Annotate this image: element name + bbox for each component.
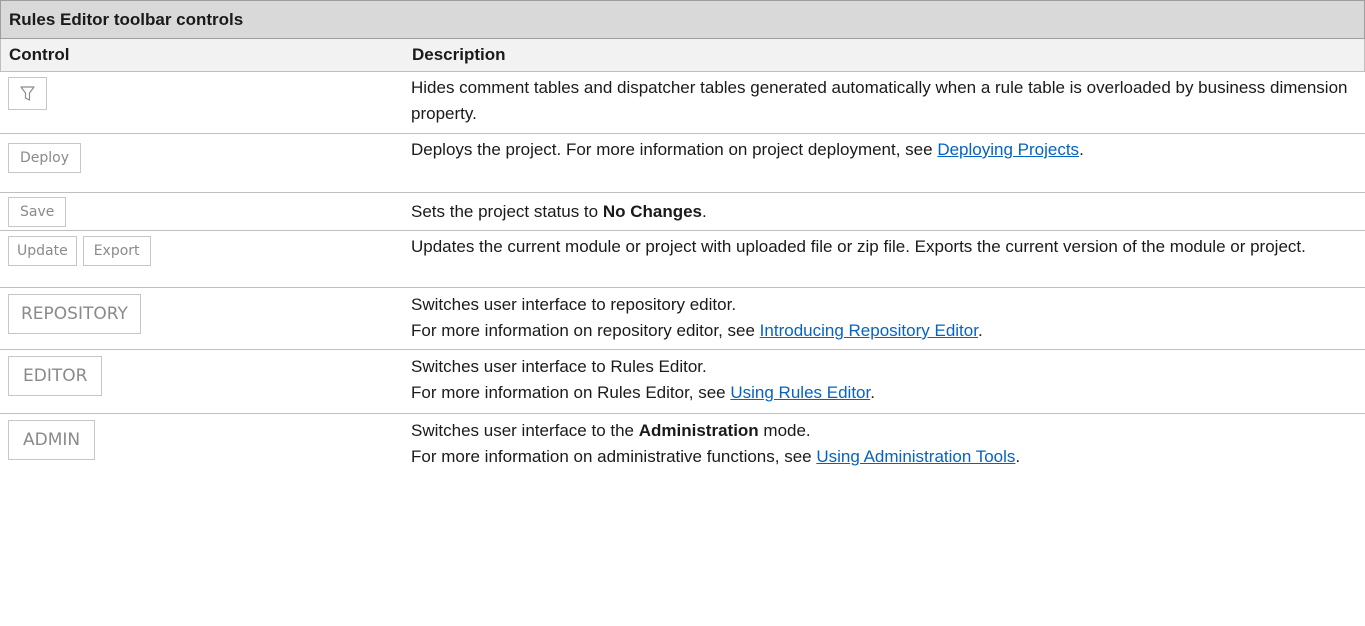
- control-cell: EDITOR: [0, 350, 400, 413]
- description-cell: Updates the current module or project wi…: [411, 237, 1306, 256]
- repository-button[interactable]: REPOSITORY: [8, 294, 141, 334]
- admin-button[interactable]: ADMIN: [8, 420, 96, 460]
- filter-toggle-button[interactable]: [8, 77, 47, 110]
- description-text: For more information on Rules Editor, se…: [411, 383, 731, 402]
- save-button[interactable]: Save: [8, 197, 67, 227]
- description-line: Switches user interface to Rules Editor.: [411, 357, 707, 376]
- filter-icon: [20, 86, 35, 101]
- description-punct: .: [1079, 140, 1084, 159]
- control-cell: Update Export: [0, 231, 400, 287]
- administration-mode-label: Administration: [638, 421, 759, 440]
- table-row: EDITOR Switches user interface to Rules …: [0, 350, 1365, 414]
- description-punct: .: [702, 202, 707, 221]
- description-cell: Switches user interface to the Administr…: [400, 414, 1365, 476]
- header-control: Control: [9, 45, 70, 64]
- description-text: For more information on administrative f…: [411, 447, 817, 466]
- description-line: For more information on administrative f…: [411, 444, 1365, 470]
- table-row: Hides comment tables and dispatcher tabl…: [0, 72, 1365, 134]
- table-row: Update Export Updates the current module …: [0, 231, 1365, 288]
- control-cell: [0, 72, 400, 133]
- description-cell: Switches user interface to Rules Editor.…: [400, 350, 1365, 413]
- description-cell: Deploys the project. For more informatio…: [400, 134, 1365, 192]
- description-line: For more information on repository edito…: [411, 318, 1365, 344]
- description-line: For more information on Rules Editor, se…: [411, 380, 1365, 406]
- description-punct: .: [977, 321, 983, 340]
- description-cell: Hides comment tables and dispatcher tabl…: [411, 78, 1348, 123]
- description-cell: Sets the project status to No Changes.: [400, 193, 1365, 230]
- description-text: Switches user interface to the: [411, 421, 639, 440]
- table-row: REPOSITORY Switches user interface to re…: [0, 288, 1365, 350]
- deploy-button[interactable]: Deploy: [8, 143, 82, 173]
- description-line: Switches user interface to the Administr…: [411, 418, 1365, 444]
- toolbar-controls-table: Rules Editor toolbar controls Control De…: [0, 0, 1365, 476]
- using-administration-tools-link[interactable]: Using Administration Tools: [816, 447, 1015, 466]
- table-row: ADMIN Switches user interface to the Adm…: [0, 414, 1365, 476]
- description-text: Deploys the project. For more informatio…: [411, 140, 938, 159]
- description-text: For more information on repository edito…: [411, 321, 760, 340]
- deploying-projects-link[interactable]: Deploying Projects: [937, 140, 1079, 159]
- description-cell: Switches user interface to repository ed…: [400, 288, 1365, 349]
- description-text: Sets the project status to: [411, 202, 603, 221]
- using-rules-editor-link[interactable]: Using Rules Editor: [730, 383, 870, 402]
- description-punct: .: [1015, 447, 1021, 466]
- table-title: Rules Editor toolbar controls: [0, 0, 1365, 39]
- control-cell: REPOSITORY: [0, 288, 400, 349]
- description-text: mode.: [758, 421, 811, 440]
- table-row: Deploy Deploys the project. For more inf…: [0, 134, 1365, 193]
- export-button[interactable]: Export: [82, 236, 151, 266]
- header-description: Description: [412, 45, 506, 64]
- table-row: Save Sets the project status to No Chang…: [0, 193, 1365, 231]
- editor-button[interactable]: EDITOR: [8, 356, 103, 396]
- control-cell: Save: [0, 193, 400, 230]
- control-cell: ADMIN: [0, 414, 400, 476]
- table-header-row: Control Description: [0, 39, 1365, 72]
- update-button[interactable]: Update: [8, 236, 77, 266]
- control-cell: Deploy: [0, 134, 400, 192]
- introducing-repository-editor-link[interactable]: Introducing Repository Editor: [760, 321, 978, 340]
- status-no-changes: No Changes: [602, 202, 703, 221]
- description-punct: .: [870, 383, 875, 402]
- description-line: Switches user interface to repository ed…: [411, 295, 737, 314]
